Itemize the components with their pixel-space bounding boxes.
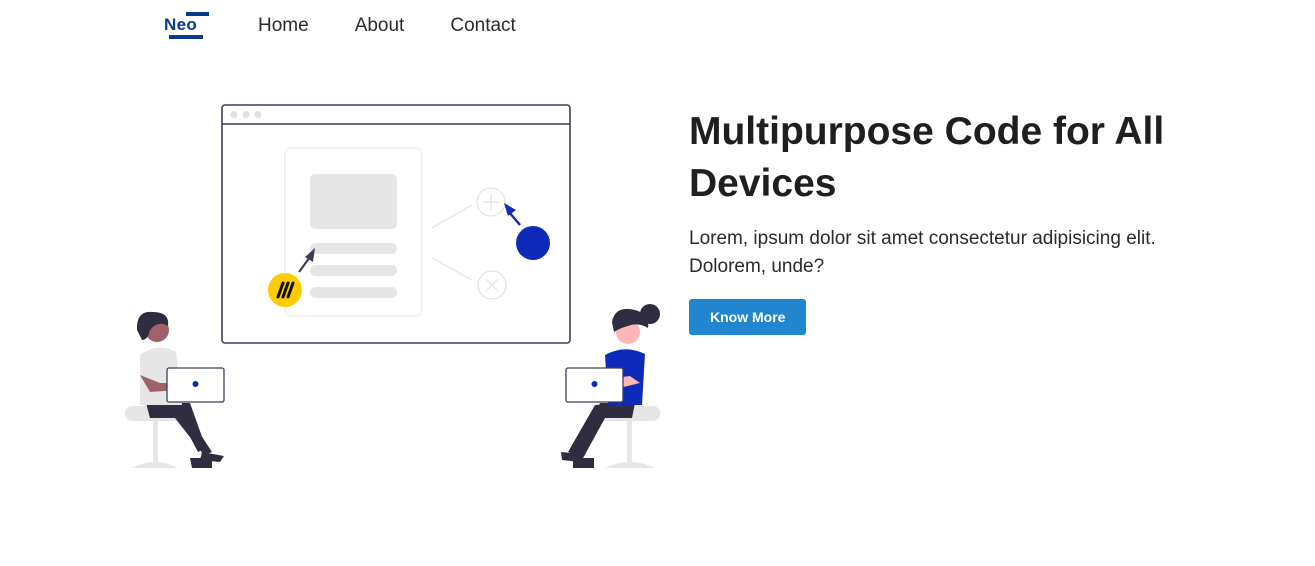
person-left-illustration bbox=[125, 311, 225, 468]
hero-title: Multipurpose Code for All Devices bbox=[689, 110, 1165, 205]
browser-window-illustration bbox=[221, 104, 571, 344]
person-right-illustration bbox=[561, 304, 660, 468]
hero-text: Multipurpose Code for All Devices Lorem,… bbox=[689, 106, 1209, 335]
logo-bar-bottom bbox=[169, 35, 203, 39]
nav-link-contact[interactable]: Contact bbox=[450, 14, 515, 38]
logo-text: Neo bbox=[164, 15, 198, 34]
navbar: Neo Home About Contact bbox=[0, 0, 1315, 52]
x-circle-icon bbox=[477, 270, 507, 300]
brand-logo[interactable]: Neo bbox=[163, 11, 211, 41]
nav-links: Home About Contact bbox=[258, 14, 562, 38]
nav-link-about[interactable]: About bbox=[355, 14, 405, 38]
plus-circle-icon bbox=[476, 187, 506, 217]
know-more-button[interactable]: Know More bbox=[689, 299, 807, 335]
hero-description: Lorem, ipsum dolor sit amet consectetur … bbox=[689, 228, 1156, 277]
nav-link-home[interactable]: Home bbox=[258, 14, 309, 38]
hero-illustration bbox=[125, 104, 660, 468]
